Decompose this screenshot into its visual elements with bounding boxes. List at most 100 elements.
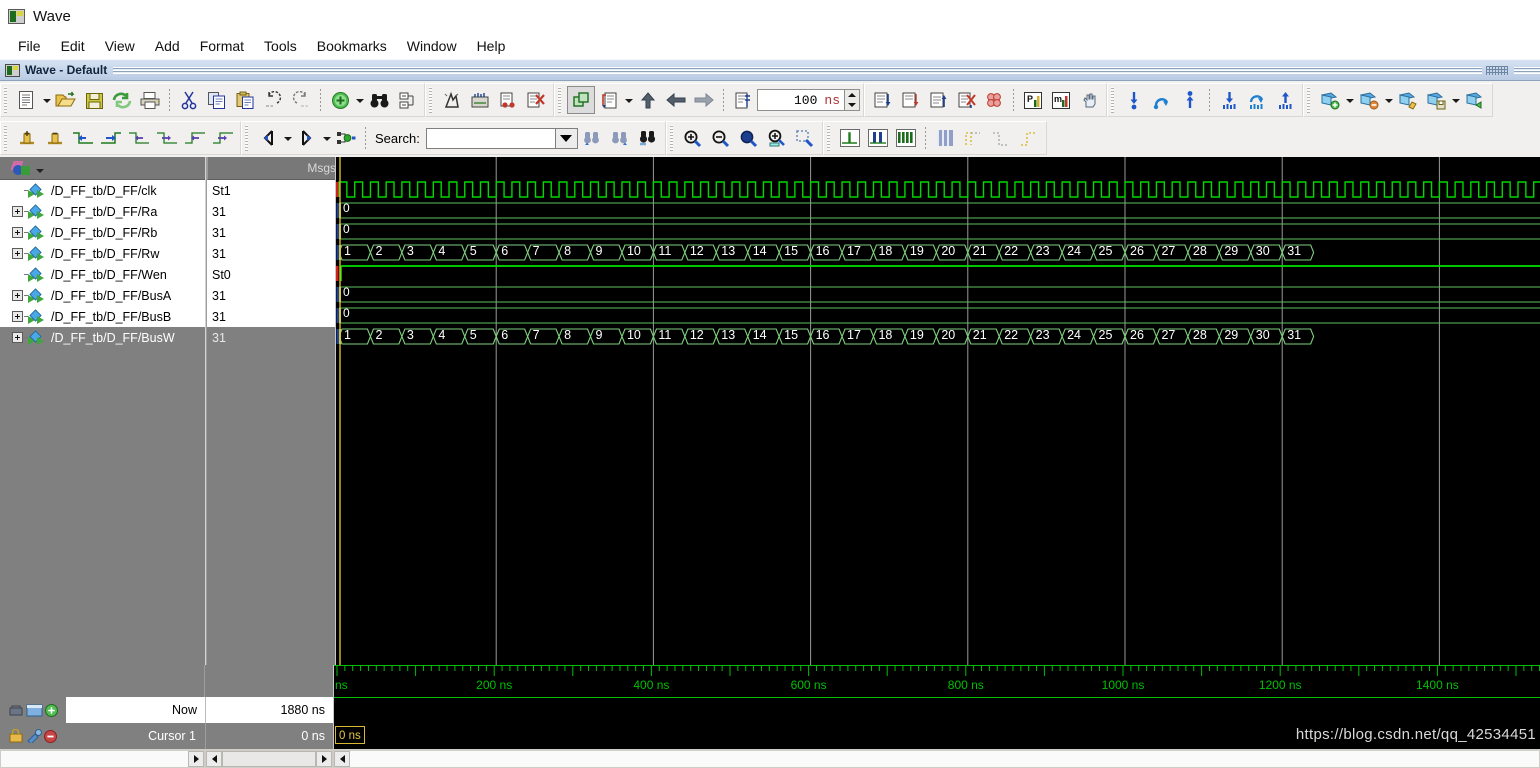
add-dropdown-caret[interactable] [354,86,365,114]
run-all-icon[interactable] [924,86,952,114]
expand-plus-icon[interactable] [12,332,23,343]
values-scroll-thumb[interactable] [222,751,316,767]
wave-pair-icon[interactable] [864,124,892,152]
signal-row-name[interactable]: /D_FF_tb/D_FF/Rb [0,222,205,243]
toolbar-grip[interactable] [4,125,11,151]
open-folder-icon[interactable] [52,86,80,114]
compile-icon[interactable] [567,86,595,114]
copy-icon[interactable] [203,86,231,114]
falling-edge-next-icon[interactable] [153,124,181,152]
cursor-tool-icon[interactable] [26,729,42,743]
run-length-input[interactable]: 100 ns [757,89,845,111]
add-green-plus-icon[interactable] [326,86,354,114]
signal-row-name[interactable]: /D_FF_tb/D_FF/BusA [0,285,205,306]
properties-icon[interactable] [393,86,421,114]
zoom-range-icon[interactable] [791,124,819,152]
cursor-flag-area[interactable]: 0 ns [333,723,1540,749]
insert-down-icon[interactable] [1120,86,1148,114]
menu-add[interactable]: Add [145,36,190,56]
expand-plus-icon[interactable] [12,248,23,259]
undo-icon[interactable] [259,86,287,114]
toolbar-grip[interactable] [4,87,11,113]
now-pane-icon[interactable] [26,703,43,717]
mosaic-edge-icon[interactable] [959,124,987,152]
print-icon[interactable] [136,86,164,114]
signal-row-name[interactable]: /D_FF_tb/D_FF/BusW [0,327,205,348]
expand-left-icon[interactable] [254,124,282,152]
toolbar-grip[interactable] [245,125,252,151]
toolbar-grip[interactable] [1111,87,1118,113]
new-document-icon[interactable] [13,86,41,114]
now-lock-icon[interactable] [9,703,24,717]
mosaic-icon[interactable] [931,124,959,152]
pane-drag-grip[interactable] [113,65,1540,75]
zoom-full-icon[interactable] [735,124,763,152]
reload-icon[interactable] [108,86,136,114]
step-forward-arrow-icon[interactable] [690,86,718,114]
expand-plus-icon[interactable] [12,227,23,238]
step-up-arrow-icon[interactable] [634,86,662,114]
find-binoculars-icon[interactable] [365,86,393,114]
dotted-low-icon[interactable] [987,124,1015,152]
bookmark-add-icon[interactable] [1316,86,1344,114]
toolbar-grip[interactable] [826,125,834,151]
spinner-up-icon[interactable] [845,90,859,100]
group-up-icon[interactable] [1271,86,1299,114]
spinner-down-icon[interactable] [845,100,859,110]
wave-all-icon[interactable] [892,124,920,152]
rising-edge-prev-icon[interactable] [181,124,209,152]
cursor-flag[interactable]: 0 ns [335,726,365,744]
loop-arrow-icon[interactable] [1148,86,1176,114]
values-scroll-left-arrow[interactable] [206,751,222,767]
bookmark-save-icon[interactable] [1422,86,1450,114]
new-document-dropdown-caret[interactable] [41,86,52,114]
edge-next-icon[interactable] [97,124,125,152]
menu-edit[interactable]: Edit [51,36,95,56]
redo-icon[interactable] [287,86,315,114]
signal-row-name[interactable]: /D_FF_tb/D_FF/Rw [0,243,205,264]
step-back-arrow-icon[interactable] [662,86,690,114]
run-length-spinner[interactable] [845,89,860,111]
restart-icon[interactable] [466,86,494,114]
group-down-icon[interactable] [1215,86,1243,114]
search-prev-icon[interactable] [578,124,606,152]
break-sim-icon[interactable] [980,86,1008,114]
menu-help[interactable]: Help [467,36,516,56]
bookmark-goto-icon[interactable] [1461,86,1489,114]
memory-m-icon[interactable]: m [1047,86,1075,114]
simulate-icon[interactable] [438,86,466,114]
run-length-icon[interactable] [729,86,757,114]
insert-up-icon[interactable] [1176,86,1204,114]
menu-view[interactable]: View [95,36,145,56]
names-scroll-right-arrow[interactable] [188,751,204,767]
falling-edge-prev-icon[interactable] [125,124,153,152]
run-continue-icon[interactable] [896,86,924,114]
expand-left-dropdown-caret[interactable] [282,124,293,152]
search-options-icon[interactable] [634,124,662,152]
now-add-icon[interactable] [45,703,58,717]
search-input[interactable] [425,127,556,149]
hand-pan-icon[interactable] [1075,86,1103,114]
run-icon[interactable] [868,86,896,114]
menu-window[interactable]: Window [397,36,467,56]
cut-scissors-icon[interactable] [175,86,203,114]
waveform-canvas[interactable]: 0 0 1 2 3 4 5 6 7 8 9 10 11 12 13 14 15 16 17 18 19 20 21 22 23 2… [335,157,1540,665]
zoom-cursor-icon[interactable] [763,124,791,152]
expand-plus-icon[interactable] [12,290,23,301]
toolbar-grip[interactable] [429,87,436,113]
toolbar-grip[interactable] [669,125,677,151]
signal-row-name[interactable]: /D_FF_tb/D_FF/clk [0,180,205,201]
restart-sim-icon[interactable] [952,86,980,114]
zoom-in-icon[interactable] [679,124,707,152]
search-next-icon[interactable] [606,124,634,152]
names-hscrollbar[interactable] [0,750,205,768]
stop-icon[interactable] [522,86,550,114]
signal-row-name[interactable]: /D_FF_tb/D_FF/Ra [0,201,205,222]
signal-row-name[interactable]: /D_FF_tb/D_FF/BusB [0,306,205,327]
search-dropdown[interactable] [555,127,578,149]
bookmark-remove-icon[interactable] [1355,86,1383,114]
menu-tools[interactable]: Tools [254,36,307,56]
compile-dropdown-caret[interactable] [623,86,634,114]
toolbar-grip[interactable] [1307,87,1314,113]
dotted-high-icon[interactable] [1015,124,1043,152]
